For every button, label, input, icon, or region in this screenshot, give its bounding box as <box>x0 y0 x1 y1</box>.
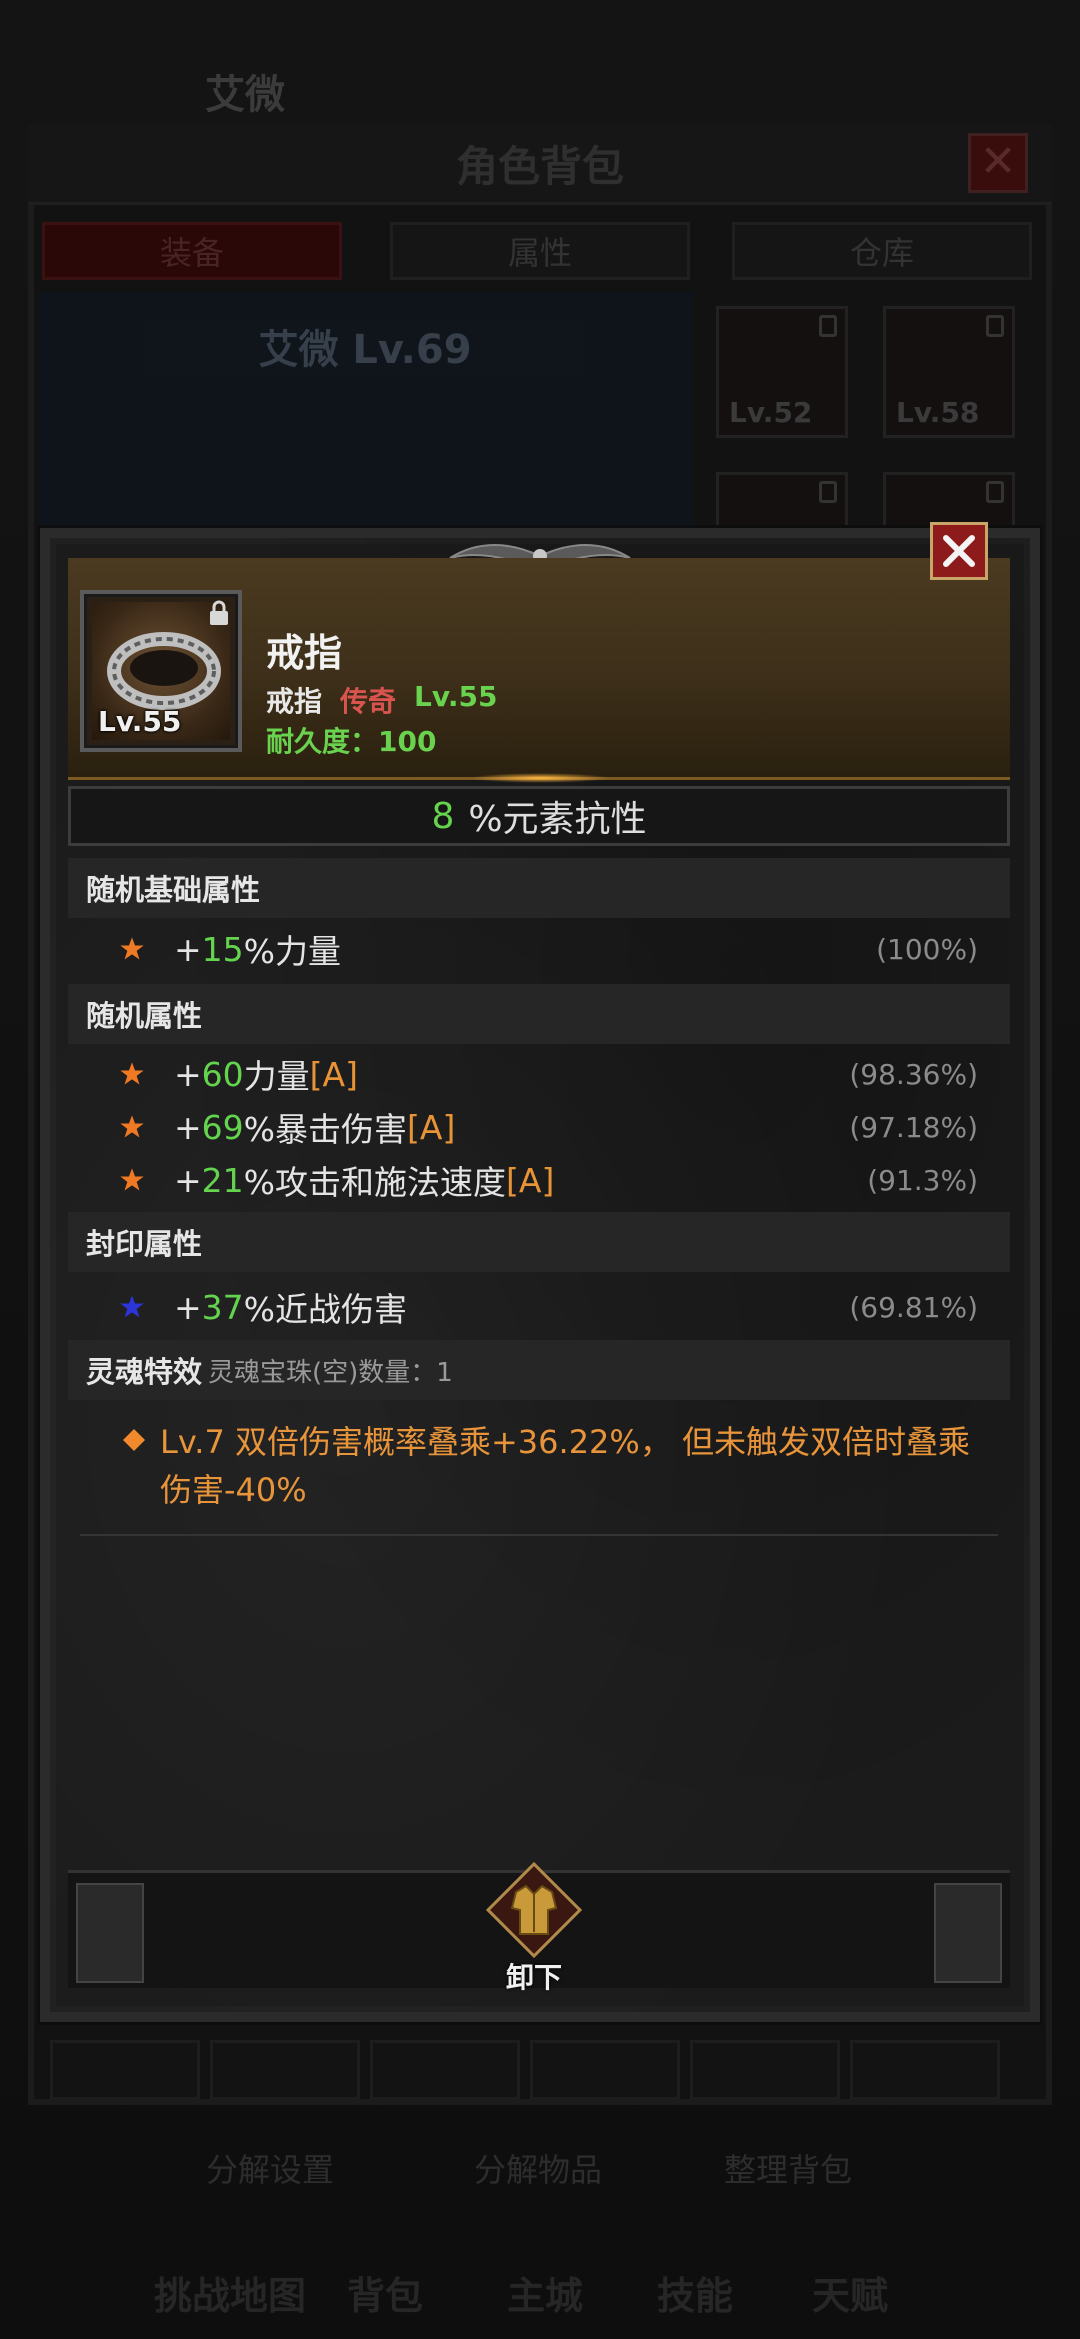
attr-roll-percent: (69.81%) <box>849 1290 978 1324</box>
item-name: 戒指 <box>266 631 343 675</box>
attr-value: 15 <box>201 929 244 969</box>
sort-bag-button[interactable]: 整理背包 <box>688 2145 888 2191</box>
nav-bag[interactable]: 背包 <box>300 2265 470 2320</box>
ring-icon <box>107 632 221 710</box>
divider <box>80 1534 998 1536</box>
section-random-base: 随机基础属性 <box>68 858 1010 918</box>
lock-icon <box>986 315 1004 337</box>
attr-prefix: + <box>174 1107 202 1147</box>
attr-roll-percent: (97.18%) <box>849 1110 978 1144</box>
nav-challenge-map[interactable]: 挑战地图 <box>145 2265 315 2320</box>
inventory-slot[interactable] <box>370 2040 520 2100</box>
section-soul: 灵魂特效 灵魂宝珠(空)数量：1 <box>68 1340 1010 1400</box>
section-title: 随机基础属性 <box>86 873 261 907</box>
attribute-row: +37 %近战伤害 (69.81%) <box>118 1282 978 1332</box>
soul-orb-count: 灵魂宝珠(空)数量：1 <box>208 1357 453 1388</box>
attr-text: %暴击伤害 <box>243 1110 408 1149</box>
equip-slot[interactable]: Lv.58 <box>883 306 1015 438</box>
unequip-button[interactable]: 卸下 <box>476 1861 592 1994</box>
item-meta: 戒指 传奇 Lv.55 <box>266 680 497 720</box>
attr-tag: [A] <box>506 1160 555 1200</box>
item-type: 戒指 <box>266 685 323 718</box>
attr-value: 21 <box>201 1160 244 1200</box>
item-rarity: 传奇 <box>340 685 397 718</box>
attr-tag: [A] <box>309 1054 358 1094</box>
slot-level: Lv.58 <box>896 396 980 429</box>
orange-star-icon <box>120 937 144 960</box>
equip-slot[interactable]: Lv.52 <box>716 306 848 438</box>
tab-equipment[interactable]: 装备 <box>42 222 342 280</box>
decompose-items-button[interactable]: 分解物品 <box>438 2145 638 2191</box>
main-stat-value: 8 <box>431 795 455 837</box>
bag-close-button[interactable]: ✕ <box>968 133 1028 193</box>
main-stat-label: %元素抗性 <box>468 799 647 840</box>
inventory-slot[interactable] <box>210 2040 360 2100</box>
section-random: 随机属性 <box>68 984 1010 1044</box>
orange-star-icon <box>120 1062 144 1085</box>
attr-text: %力量 <box>243 932 342 971</box>
attr-value: 60 <box>201 1054 244 1094</box>
attr-prefix: + <box>174 1054 202 1094</box>
inventory-slot[interactable] <box>850 2040 1000 2100</box>
header-glow <box>470 773 610 783</box>
inventory-slot[interactable] <box>50 2040 200 2100</box>
slot-level: Lv.52 <box>729 396 813 429</box>
nav-main-city[interactable]: 主城 <box>460 2265 630 2320</box>
section-title: 随机属性 <box>86 999 203 1033</box>
lock-icon <box>210 600 228 625</box>
tab-attributes[interactable]: 属性 <box>390 222 690 280</box>
section-title: 灵魂特效 <box>86 1355 203 1389</box>
attr-roll-percent: (98.36%) <box>849 1057 978 1091</box>
section-sealed: 封印属性 <box>68 1212 1010 1272</box>
attr-tag: [A] <box>407 1107 456 1147</box>
armor-icon <box>510 1884 558 1935</box>
section-title: 封印属性 <box>86 1227 203 1261</box>
attr-text: 力量 <box>243 1057 310 1096</box>
attr-prefix: + <box>174 1160 202 1200</box>
unequip-label: 卸下 <box>505 1961 562 1994</box>
player-name: 艾微 <box>205 72 285 118</box>
inventory-slot[interactable] <box>690 2040 840 2100</box>
nav-skills[interactable]: 技能 <box>610 2265 780 2320</box>
attr-roll-percent: (91.3%) <box>867 1163 978 1197</box>
tab-warehouse[interactable]: 仓库 <box>732 222 1032 280</box>
blue-star-icon <box>120 1295 144 1318</box>
lock-icon <box>819 315 837 337</box>
footer-ornament-left <box>76 1883 144 1983</box>
attr-text: %近战伤害 <box>243 1290 408 1329</box>
attr-prefix: + <box>174 1287 202 1327</box>
orange-star-icon <box>120 1115 144 1138</box>
attr-value: 69 <box>201 1107 244 1147</box>
bag-window-title: 角色背包 <box>28 125 1052 205</box>
decompose-settings-button[interactable]: 分解设置 <box>170 2145 370 2191</box>
attribute-row: +21 %攻击和施法速度 [A] (91.3%) <box>118 1155 978 1205</box>
item-level: Lv.55 <box>414 680 498 713</box>
attribute-row: +69 %暴击伤害 [A] (97.18%) <box>118 1102 978 1152</box>
item-icon-level: Lv.55 <box>98 705 182 738</box>
attribute-row: +60 力量 [A] (98.36%) <box>118 1049 978 1099</box>
item-durability: 耐久度：100 <box>266 725 437 758</box>
dialog-close-button[interactable] <box>930 522 988 580</box>
lock-icon <box>819 481 837 503</box>
orange-diamond-icon <box>123 1429 145 1451</box>
close-icon <box>943 535 975 567</box>
attribute-row: +15 %力量 (100%) <box>118 924 978 974</box>
main-stat: 8 %元素抗性 <box>68 786 1010 846</box>
attr-value: 37 <box>201 1287 244 1327</box>
footer-ornament-right <box>934 1883 1002 1983</box>
attr-roll-percent: (100%) <box>876 932 978 966</box>
lock-icon <box>986 481 1004 503</box>
item-icon-frame[interactable]: Lv.55 <box>80 590 242 752</box>
inventory-slot[interactable] <box>530 2040 680 2100</box>
character-level-label: 艾微 Lv.69 <box>145 318 585 374</box>
orange-star-icon <box>120 1168 144 1191</box>
attr-text: %攻击和施法速度 <box>243 1163 507 1202</box>
attr-prefix: + <box>174 929 202 969</box>
nav-talents[interactable]: 天赋 <box>765 2265 935 2320</box>
soul-effect-text: Lv.7 双倍伤害概率叠乘+36.22%， 但未触发双倍时叠乘伤害-40% <box>160 1423 970 1509</box>
